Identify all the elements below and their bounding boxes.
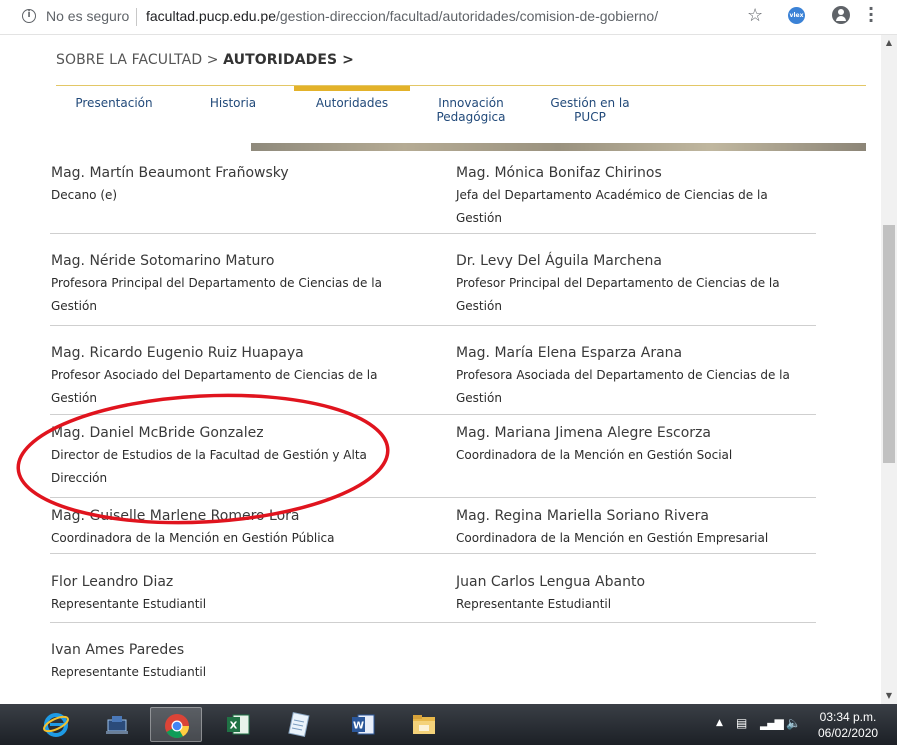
taskbar-app-notepad[interactable] (273, 707, 325, 742)
internet-explorer-icon (43, 713, 69, 737)
system-tray: ▲ ▤ ▂▄▆ 🔈 03:34 p.m. 06/02/2020 (712, 704, 897, 745)
scroll-up-arrow-icon[interactable]: ▲ (881, 35, 897, 51)
excel-icon: X (227, 714, 250, 735)
file-explorer-icon (413, 715, 435, 734)
clock[interactable]: 03:34 p.m. 06/02/2020 (818, 709, 878, 741)
scroll-down-arrow-icon[interactable]: ▼ (881, 688, 897, 704)
taskbar-app-file-explorer[interactable] (398, 707, 450, 742)
url-path: /gestion-direccion/facultad/autoridades/… (276, 8, 659, 24)
vlex-extension-icon[interactable]: vlex (788, 7, 805, 24)
notepad-icon (288, 711, 310, 738)
taskbar-app-chrome[interactable] (150, 707, 202, 742)
clock-date: 06/02/2020 (818, 726, 879, 740)
url-host: facultad.pucp.edu.pe (146, 8, 276, 24)
bookmark-star-icon[interactable]: ☆ (747, 5, 763, 26)
svg-text:W: W (353, 721, 364, 732)
word-icon: W (352, 714, 375, 735)
highlight-ellipse (16, 393, 390, 525)
taskbar-app-excel[interactable]: X (212, 707, 264, 742)
scroll-thumb[interactable] (883, 225, 895, 463)
address-bar[interactable]: i No es seguro facultad.pucp.edu.pe/gest… (0, 0, 897, 35)
page-content: SOBRE LA FACULTAD > AUTORIDADES > Presen… (0, 35, 881, 704)
url-text[interactable]: facultad.pucp.edu.pe/gestion-direccion/f… (146, 8, 658, 24)
taskbar-app-word[interactable]: W (337, 707, 389, 742)
address-separator (136, 8, 137, 26)
show-hidden-icons-arrow-icon[interactable]: ▲ (716, 718, 723, 728)
vertical-scrollbar[interactable]: ▲ ▼ (881, 35, 897, 704)
info-icon[interactable]: i (22, 9, 36, 23)
account-icon[interactable] (832, 6, 850, 24)
clock-time: 03:34 p.m. (819, 710, 877, 724)
action-center-icon[interactable]: ▤ (736, 716, 747, 730)
signal-icon[interactable]: ▂▄▆ (760, 716, 784, 730)
taskbar-app-remote-desktop[interactable] (91, 707, 143, 742)
volume-icon[interactable]: 🔈 (786, 716, 801, 730)
highlight-ellipse-shape (16, 393, 390, 525)
svg-text:X: X (230, 721, 238, 732)
chrome-icon (165, 714, 189, 739)
security-label[interactable]: No es seguro (46, 8, 129, 24)
menu-kebab-icon[interactable]: · · · (866, 1, 876, 29)
remote-desktop-icon (106, 716, 128, 734)
taskbar-app-internet-explorer[interactable] (30, 707, 82, 742)
taskbar: X W ▲ ▤ ▂▄▆ 🔈 03:34 p.m. 06/02/2020 (0, 704, 897, 745)
